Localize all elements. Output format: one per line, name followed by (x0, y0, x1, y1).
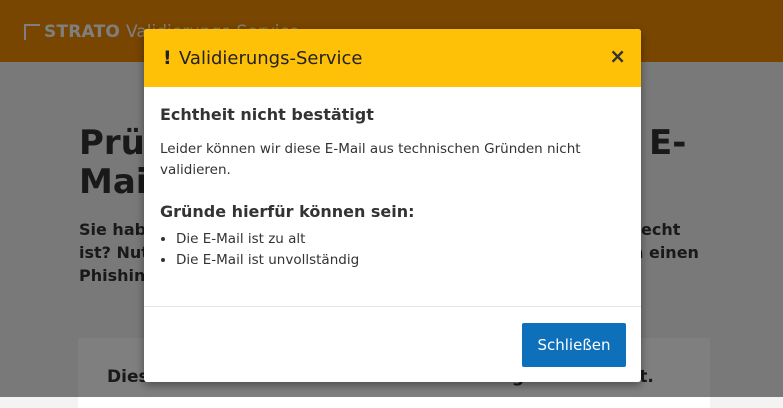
reasons-heading: Gründe hierfür können sein: (160, 202, 415, 221)
dialog-footer-divider (144, 306, 641, 307)
close-icon[interactable]: × (609, 44, 626, 68)
validation-dialog: ! Validierungs-Service × Echtheit nicht … (144, 29, 641, 382)
result-message: Leider können wir diese E-Mail aus techn… (160, 141, 581, 178)
list-item: Die E-Mail ist zu alt (176, 229, 625, 250)
dialog-header: ! Validierungs-Service × (144, 29, 641, 87)
warning-icon: ! (163, 47, 172, 69)
result-heading: Echtheit nicht bestätigt (160, 105, 374, 124)
reasons-list: Die E-Mail ist zu alt Die E-Mail ist unv… (160, 229, 625, 271)
dialog-title: Validierungs-Service (179, 48, 363, 69)
dialog-body: Echtheit nicht bestätigt Leider können w… (144, 87, 641, 271)
close-button[interactable]: Schließen (522, 323, 626, 367)
list-item: Die E-Mail ist unvollständig (176, 250, 625, 271)
